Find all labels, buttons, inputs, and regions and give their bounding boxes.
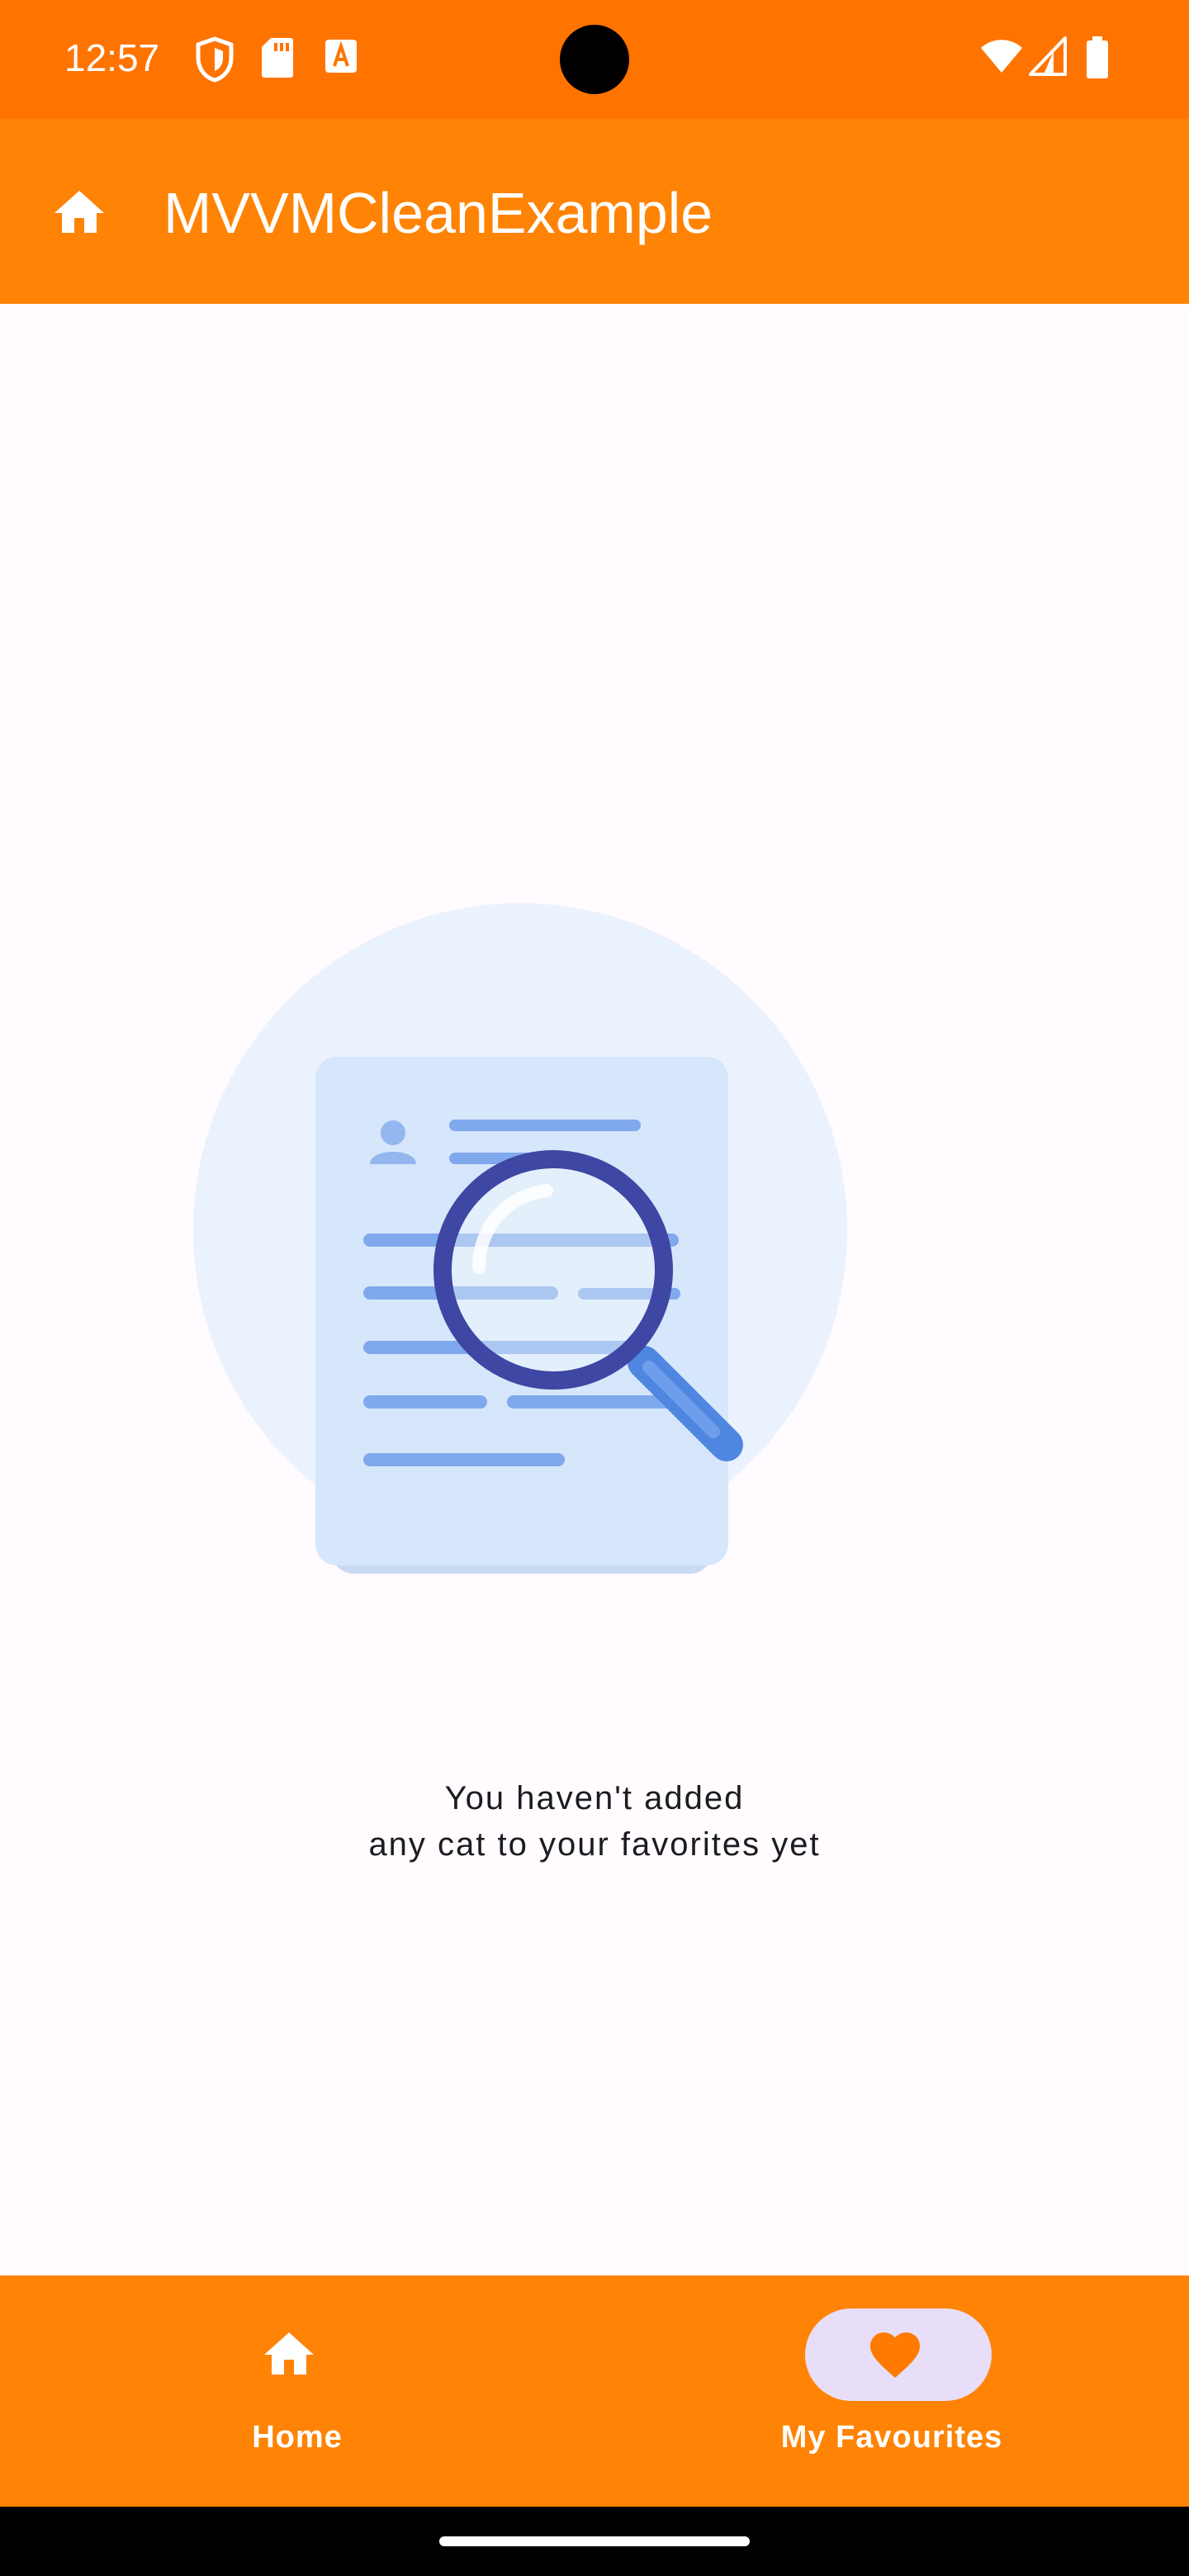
home-icon[interactable] (50, 183, 109, 243)
empty-state-message: You haven't added any cat to your favori… (182, 1775, 1007, 1868)
empty-state-line-2: any cat to your favorites yet (368, 1826, 821, 1863)
nav-label-home: Home (252, 2420, 343, 2455)
nav-item-my-favourites[interactable]: My Favourites (594, 2275, 1189, 2507)
nav-label-my-favourites: My Favourites (780, 2420, 1003, 2455)
font-a-icon (325, 40, 357, 73)
battery-icon (1087, 36, 1108, 78)
heart-icon (870, 2332, 920, 2379)
sd-card-icon (262, 38, 293, 78)
home-icon (264, 2332, 314, 2375)
status-time: 12:57 (64, 36, 160, 79)
status-bar: 12:57 (0, 0, 1189, 119)
camera-cutout (560, 25, 629, 94)
app-title: MVVMCleanExample (163, 181, 713, 245)
shield-icon (196, 36, 234, 83)
wifi-icon (981, 40, 1022, 73)
bottom-navigation-bar: Home My Favourites (0, 2275, 1189, 2507)
empty-state-line-1: You haven't added (444, 1780, 745, 1816)
document-search-illustration (193, 903, 847, 1574)
signal-icon (1029, 36, 1067, 76)
nav-item-home[interactable]: Home (0, 2275, 594, 2507)
system-navigation-bar (0, 2507, 1189, 2576)
gesture-handle[interactable] (439, 2536, 750, 2546)
